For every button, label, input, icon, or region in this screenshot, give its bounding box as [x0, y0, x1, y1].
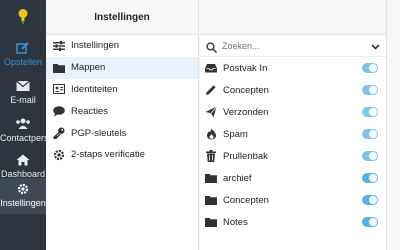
settings-item-label: Instellingen [71, 40, 120, 52]
settings-item-preferences[interactable]: Instellingen [46, 35, 198, 57]
folder-name: Postvak In [223, 62, 268, 74]
search-icon [206, 40, 218, 53]
settings-item-label: 2-staps verificatie [71, 149, 145, 161]
subscribe-toggle[interactable] [362, 151, 378, 161]
paper-plane-icon [204, 106, 218, 118]
nav-label-compose: Opstellen [3, 57, 43, 67]
settings-item-label: Reacties [71, 105, 108, 117]
speech-bubble-icon [52, 105, 66, 117]
nav-item-compose[interactable]: Opstellen [0, 37, 46, 74]
folders-panel: Postvak In Concepten Verzonden Spam [200, 0, 386, 250]
lightbulb-logo-icon [18, 9, 28, 24]
settings-item-2fa[interactable]: 2-staps verificatie [46, 144, 198, 166]
folder-name: archief [223, 172, 252, 184]
nav-item-contacts[interactable]: Contactpersonen [0, 113, 46, 150]
main-navigation: Opstellen E-mail Contactpersonen Dashboa… [0, 0, 46, 250]
mail-settings-app: Opstellen E-mail Contactpersonen Dashboa… [0, 0, 400, 250]
folder-row-sent[interactable]: Verzonden [200, 101, 386, 123]
subscribe-toggle[interactable] [362, 129, 378, 139]
folder-search-input[interactable] [222, 40, 371, 51]
subscribe-toggle[interactable] [362, 173, 378, 183]
home-icon [0, 149, 46, 169]
folder-row-drafts[interactable]: Concepten [200, 79, 386, 101]
folder-name: Prullenbak [223, 150, 268, 162]
nav-item-settings[interactable]: Instellingen [0, 178, 46, 214]
folder-name: Spam [223, 128, 248, 140]
subscribe-toggle[interactable] [362, 107, 378, 117]
folder-icon [204, 216, 218, 228]
settings-item-label: Mappen [71, 62, 106, 74]
folder-icon [52, 62, 66, 74]
users-icon [0, 113, 46, 133]
subscribe-toggle[interactable] [362, 195, 378, 205]
fire-icon [204, 128, 218, 140]
folder-search-bar [200, 35, 386, 57]
id-card-icon [52, 83, 66, 95]
settings-item-pgp-keys[interactable]: PGP-sleutels [46, 122, 198, 144]
folder-row-inbox[interactable]: Postvak In [200, 57, 386, 79]
key-icon [52, 127, 66, 140]
envelope-icon [0, 75, 46, 95]
folder-row-notes[interactable]: Notes [200, 211, 386, 233]
nav-label-contacts: Contactpersonen [0, 133, 46, 143]
inbox-icon [204, 62, 218, 74]
folder-icon [204, 172, 218, 184]
sliders-icon [52, 40, 66, 52]
nav-item-email[interactable]: E-mail [0, 75, 46, 112]
folder-name: Notes [223, 216, 248, 228]
nav-label-email: E-mail [10, 95, 36, 105]
settings-item-label: Identiteiten [71, 83, 118, 95]
subscribe-toggle[interactable] [362, 85, 378, 95]
gear-icon [52, 149, 66, 161]
right-panel-edge [386, 0, 400, 250]
folders-header [200, 0, 386, 35]
folder-name: Verzonden [223, 106, 269, 118]
nav-label-settings: Instellingen [0, 198, 46, 208]
settings-header: Instellingen [46, 0, 198, 35]
app-logo[interactable] [0, 0, 46, 32]
settings-item-responses[interactable]: Reacties [46, 100, 198, 122]
subscribe-toggle[interactable] [362, 63, 378, 73]
folder-name: Concepten [223, 194, 269, 206]
trash-icon [204, 150, 218, 162]
compose-icon [0, 37, 46, 57]
folder-row-archive[interactable]: archief [200, 167, 386, 189]
folder-row-drafts-custom[interactable]: Concepten [200, 189, 386, 211]
chevron-down-icon[interactable] [371, 37, 380, 55]
folder-row-spam[interactable]: Spam [200, 123, 386, 145]
subscribe-toggle[interactable] [362, 217, 378, 227]
settings-panel: Instellingen Instellingen Mappen Identit… [46, 0, 199, 250]
settings-item-folders[interactable]: Mappen [46, 56, 198, 79]
settings-item-identities[interactable]: Identiteiten [46, 79, 198, 101]
pencil-icon [204, 84, 218, 96]
settings-item-label: PGP-sleutels [71, 127, 127, 139]
gear-icon [0, 178, 46, 198]
folder-name: Concepten [223, 84, 269, 96]
folder-icon [204, 194, 218, 206]
folder-row-trash[interactable]: Prullenbak [200, 145, 386, 167]
